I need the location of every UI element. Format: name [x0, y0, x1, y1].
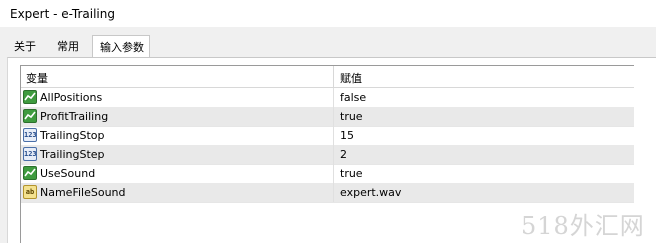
bool-icon — [23, 109, 37, 123]
column-header-variable[interactable]: 变量 — [26, 70, 48, 86]
parameter-value[interactable]: 2 — [340, 148, 347, 161]
string-icon: ab — [23, 185, 37, 199]
column-divider — [333, 107, 334, 126]
tab-about[interactable]: 关于 — [14, 38, 36, 54]
parameter-name: UseSound — [40, 167, 96, 180]
parameter-value[interactable]: true — [340, 110, 363, 123]
number-icon-text: 123 — [24, 131, 37, 139]
column-divider — [333, 164, 334, 183]
tab-inputs[interactable]: 输入参数 — [92, 35, 150, 59]
title-bar: Expert - e-Trailing — [0, 0, 656, 27]
parameter-name: TrailingStop — [40, 129, 105, 142]
table-row[interactable]: AllPositions false — [21, 88, 634, 108]
column-divider — [333, 88, 334, 107]
watermark: 518外汇网 — [521, 212, 645, 240]
column-divider[interactable] — [333, 66, 334, 87]
window-title: Expert - e-Trailing — [10, 7, 115, 21]
table-row[interactable]: 123 TrailingStep 2 — [21, 145, 634, 165]
parameter-name: TrailingStep — [40, 148, 105, 161]
string-icon-text: ab — [25, 188, 35, 196]
parameter-name: ProfitTrailing — [40, 110, 109, 123]
column-header-value[interactable]: 赋值 — [340, 70, 362, 86]
parameter-name: AllPositions — [40, 91, 103, 104]
tab-inputs-label: 输入参数 — [100, 41, 144, 54]
table-header: 变量 赋值 — [21, 66, 634, 88]
bool-icon — [23, 166, 37, 180]
tab-common[interactable]: 常用 — [57, 38, 79, 54]
table-row[interactable]: ProfitTrailing true — [21, 107, 634, 127]
parameter-value[interactable]: false — [340, 91, 366, 104]
number-icon-text: 123 — [24, 150, 37, 158]
column-divider — [333, 183, 334, 202]
column-divider — [333, 145, 334, 164]
parameter-value[interactable]: true — [340, 167, 363, 180]
number-icon: 123 — [23, 147, 37, 161]
bool-icon — [23, 90, 37, 104]
parameter-name: NameFileSound — [40, 186, 126, 199]
tab-strip: 关于 常用 输入参数 — [0, 27, 656, 59]
table-row[interactable]: ab NameFileSound expert.wav — [21, 183, 634, 203]
parameter-value[interactable]: 15 — [340, 129, 354, 142]
column-divider — [333, 126, 334, 145]
parameter-value[interactable]: expert.wav — [340, 186, 401, 199]
table-row[interactable]: UseSound true — [21, 164, 634, 184]
table-row[interactable]: 123 TrailingStop 15 — [21, 126, 634, 146]
number-icon: 123 — [23, 128, 37, 142]
